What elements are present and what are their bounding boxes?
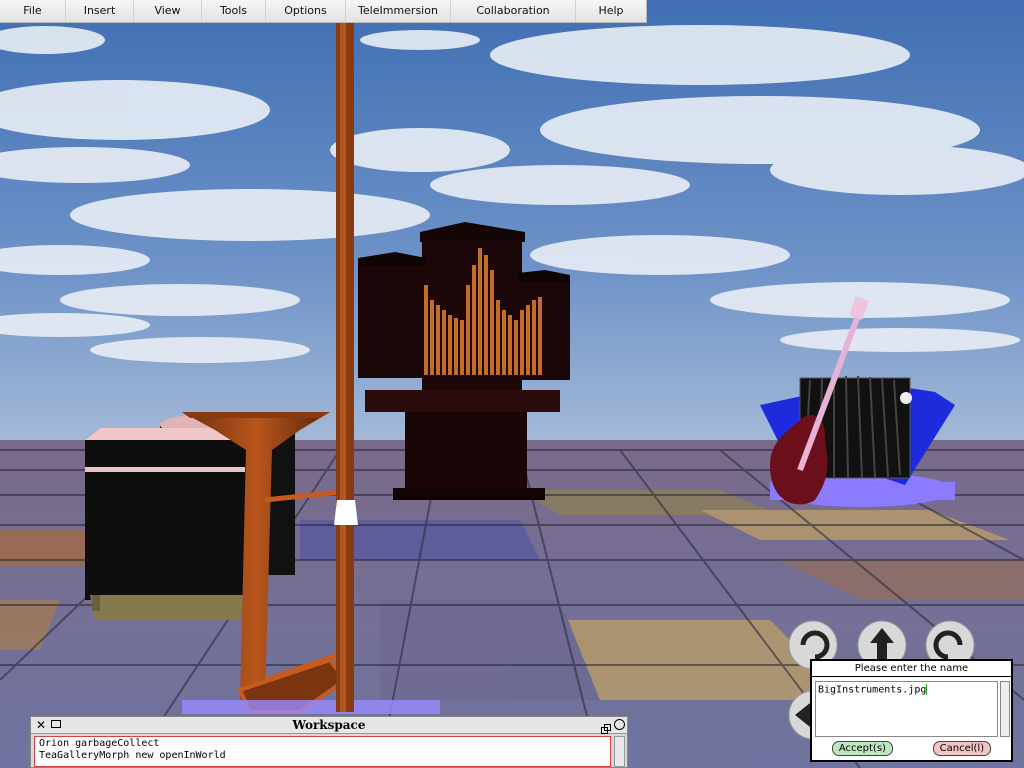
workspace-line: TeaGalleryMorph new openInWorld bbox=[39, 750, 226, 761]
text-caret bbox=[926, 684, 928, 695]
name-input[interactable]: BigInstruments.jpg bbox=[815, 681, 998, 737]
workspace-titlebar[interactable]: ✕ Workspace bbox=[31, 717, 627, 734]
close-icon[interactable]: ✕ bbox=[36, 718, 46, 732]
menu-options[interactable]: Options bbox=[266, 0, 346, 22]
3d-scene-viewport[interactable] bbox=[0, 0, 1024, 768]
menu-file[interactable]: File bbox=[0, 0, 66, 22]
name-prompt-dialog: Please enter the name BigInstruments.jpg… bbox=[810, 659, 1013, 762]
workspace-scrollbar[interactable] bbox=[614, 736, 625, 767]
dialog-scrollbar[interactable] bbox=[1000, 681, 1010, 737]
expand-icon[interactable] bbox=[614, 719, 625, 730]
workspace-window: ✕ Workspace Orion garbageCollect TeaGall… bbox=[30, 716, 628, 768]
dialog-title: Please enter the name bbox=[812, 661, 1011, 677]
menu-collaboration[interactable]: Collaboration bbox=[451, 0, 576, 22]
workspace-line: Orion garbageCollect bbox=[39, 738, 160, 749]
accept-button[interactable]: Accept(s) bbox=[831, 741, 893, 756]
cancel-button[interactable]: Cancel(l) bbox=[932, 741, 992, 756]
workspace-title: Workspace bbox=[292, 718, 366, 732]
menu-tools[interactable]: Tools bbox=[202, 0, 266, 22]
window-menu-icon[interactable] bbox=[51, 720, 61, 728]
name-input-value: BigInstruments.jpg bbox=[818, 684, 927, 696]
menu-view[interactable]: View bbox=[134, 0, 202, 22]
dialog-buttons: Accept(s) Cancel(l) bbox=[812, 741, 1011, 756]
collapse-icon[interactable] bbox=[601, 719, 611, 734]
menu-bar: File Insert View Tools Options TeleImmer… bbox=[0, 0, 647, 23]
menu-teleimmersion[interactable]: TeleImmersion bbox=[346, 0, 451, 22]
menu-insert[interactable]: Insert bbox=[66, 0, 134, 22]
workspace-text-area[interactable]: Orion garbageCollect TeaGalleryMorph new… bbox=[34, 736, 611, 767]
menu-help[interactable]: Help bbox=[576, 0, 646, 22]
